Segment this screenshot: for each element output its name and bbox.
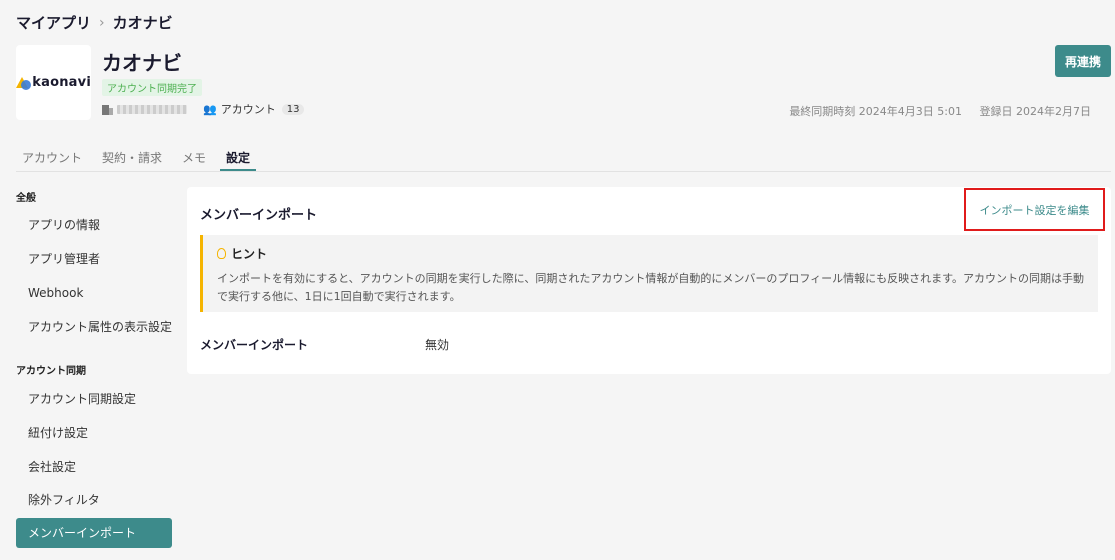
account-label: アカウント: [220, 103, 276, 116]
tab-settings[interactable]: 設定: [220, 143, 257, 171]
organization-name-redacted: [117, 104, 187, 114]
account-count-badge: 13: [281, 103, 305, 115]
sync-status-badge: アカウント同期完了: [102, 79, 202, 96]
hint-title-row: ヒント: [217, 245, 1084, 262]
sidebar-item-member-import[interactable]: メンバーインポート: [16, 518, 172, 548]
sidebar-item-webhook[interactable]: Webhook: [16, 278, 172, 308]
breadcrumb-current: カオナビ: [112, 14, 173, 32]
people-icon: 👥: [203, 102, 217, 116]
sidebar-section-account-sync: アカウント同期: [16, 366, 86, 377]
tab-bar: アカウント 契約・請求 メモ 設定: [16, 143, 1111, 172]
sidebar-item-app-admins[interactable]: アプリ管理者: [16, 244, 172, 274]
building-icon: [102, 104, 113, 115]
tab-contract-billing[interactable]: 契約・請求: [96, 143, 168, 171]
breadcrumb: マイアプリ › カオナビ: [16, 12, 173, 33]
relink-button[interactable]: 再連携: [1055, 45, 1111, 77]
app-logo: kaonavi: [16, 45, 91, 120]
member-import-panel: メンバーインポート インポート設定を編集 ヒント インポートを有効にすると、アカ…: [187, 187, 1111, 374]
app-title: カオナビ: [102, 51, 182, 75]
breadcrumb-separator: ›: [99, 14, 105, 31]
breadcrumb-my-apps[interactable]: マイアプリ: [16, 12, 91, 33]
app-meta-row: 👥 アカウント 13: [102, 101, 305, 117]
sidebar-item-account-attribute-display[interactable]: アカウント属性の表示設定: [16, 312, 172, 342]
lightbulb-icon: [217, 248, 226, 259]
sidebar-item-link-settings[interactable]: 紐付け設定: [16, 418, 172, 448]
hint-title: ヒント: [231, 247, 268, 261]
sidebar-item-account-sync-settings[interactable]: アカウント同期設定: [16, 384, 172, 414]
hint-box: ヒント インポートを有効にすると、アカウントの同期を実行した際に、同期されたアカ…: [200, 235, 1098, 312]
sidebar-item-app-info[interactable]: アプリの情報: [16, 210, 172, 240]
logo-text: kaonavi: [32, 75, 91, 90]
registered-date: 登録日 2024年2月7日: [979, 105, 1092, 118]
sidebar-item-exclusion-filter[interactable]: 除外フィルタ: [16, 485, 172, 515]
last-sync-time: 最終同期時刻 2024年4月3日 5:01: [789, 105, 962, 118]
edit-import-settings-link[interactable]: インポート設定を編集: [964, 188, 1105, 231]
member-import-field-value: 無効: [425, 338, 450, 352]
panel-title: メンバーインポート: [200, 208, 318, 223]
kaonavi-logo-icon: [16, 75, 31, 91]
sync-dates: 最終同期時刻 2024年4月3日 5:01 登録日 2024年2月7日: [789, 103, 1091, 119]
tab-memo[interactable]: メモ: [176, 143, 212, 171]
hint-body: インポートを有効にすると、アカウントの同期を実行した際に、同期されたアカウント情…: [217, 272, 1085, 303]
tab-accounts[interactable]: アカウント: [16, 143, 88, 171]
sidebar-section-general: 全般: [16, 193, 36, 204]
sidebar-item-company-settings[interactable]: 会社設定: [16, 452, 172, 482]
member-import-field-label: メンバーインポート: [200, 338, 309, 352]
